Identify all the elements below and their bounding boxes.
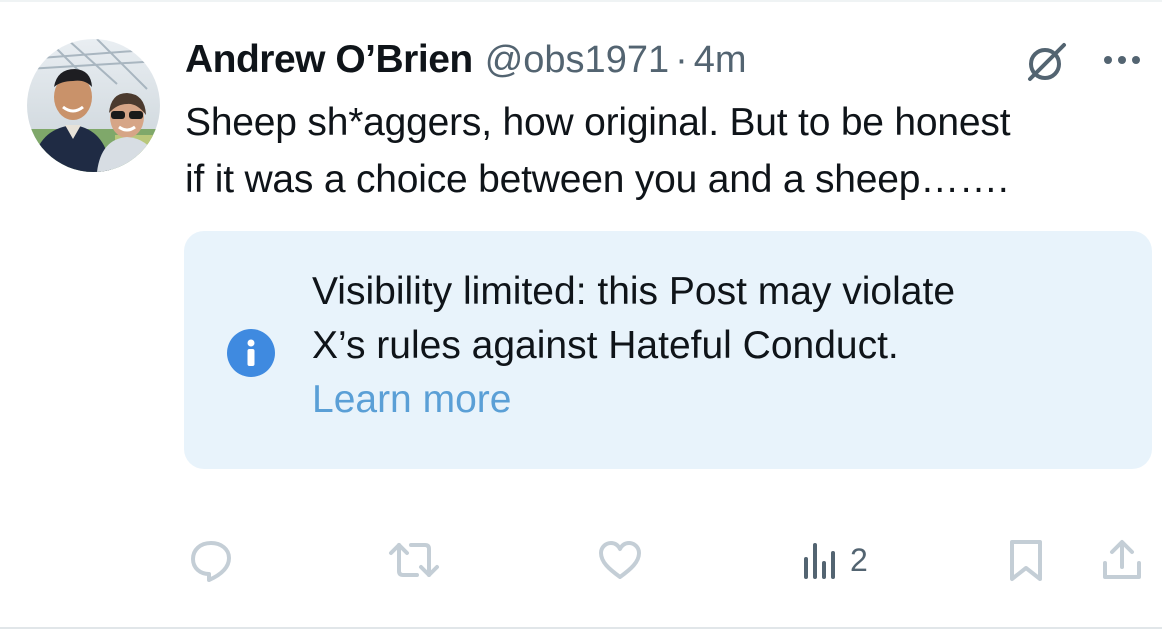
grok-icon[interactable]: [1024, 39, 1070, 85]
post-text-line-1: Sheep sh*aggers, how original. But to be…: [185, 101, 1011, 144]
repost-icon: [389, 543, 439, 577]
info-icon: [227, 329, 275, 377]
post-time[interactable]: 4m: [694, 39, 747, 82]
bookmark-icon: [1010, 540, 1042, 581]
separator-dot: ·: [675, 38, 688, 81]
repost-button[interactable]: [387, 520, 441, 600]
post-text-line-2: if it was a choice between you and a she…: [185, 158, 1009, 201]
top-divider: [0, 0, 1162, 2]
notice-line-1: Visibility limited: this Post may violat…: [312, 270, 956, 313]
bottom-divider: [0, 627, 1162, 629]
author-handle[interactable]: @obs1971: [485, 39, 669, 82]
visibility-notice: Visibility limited: this Post may violat…: [184, 231, 1152, 469]
views-icon: [804, 543, 835, 579]
like-button[interactable]: [597, 520, 643, 600]
share-icon: [1103, 540, 1141, 579]
post-text: Sheep sh*aggers, how original. But to be…: [185, 94, 1155, 208]
avatar-photo: [27, 39, 160, 172]
post: Andrew O’Brien @obs1971 · 4m Sheep sh*ag…: [0, 0, 1162, 635]
share-button[interactable]: [1100, 520, 1144, 600]
more-options-icon[interactable]: [1100, 50, 1144, 70]
post-header: Andrew O’Brien @obs1971 · 4m: [185, 36, 747, 84]
notice-text: Visibility limited: this Post may violat…: [312, 265, 1132, 427]
views-count: 2: [850, 541, 868, 578]
bookmark-button[interactable]: [1006, 520, 1046, 600]
reply-button[interactable]: [188, 520, 234, 600]
action-bar: 2: [0, 520, 1162, 600]
reply-icon: [191, 541, 231, 582]
author-name[interactable]: Andrew O’Brien: [185, 38, 473, 82]
like-icon: [599, 541, 641, 579]
learn-more-link[interactable]: Learn more: [312, 373, 1132, 427]
avatar[interactable]: [27, 39, 160, 172]
notice-line-2: X’s rules against Hateful Conduct.: [312, 324, 899, 367]
views-button[interactable]: 2: [800, 520, 868, 600]
